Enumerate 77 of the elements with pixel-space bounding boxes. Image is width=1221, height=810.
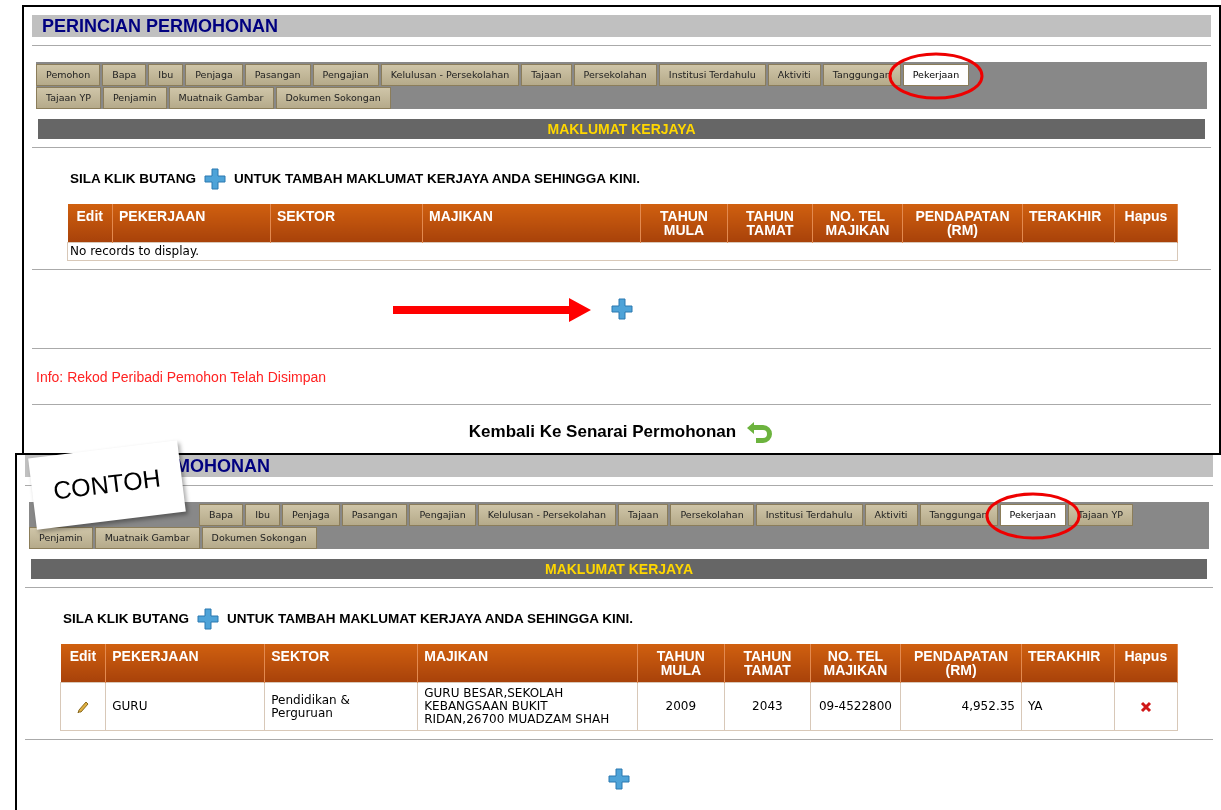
column-header: TAHUN TAMAT (727, 204, 813, 243)
tab[interactable]: Tanggungan (919, 504, 998, 526)
column-header: PENDAPATAN (RM) (900, 644, 1022, 683)
instruction-text: SILA KLIK BUTANG (70, 169, 196, 188)
tab[interactable]: Pekerjaan (999, 504, 1067, 526)
tab[interactable]: Penjamin (29, 527, 93, 549)
tab[interactable]: Ibu (245, 504, 281, 526)
column-header: NO. TEL MAJIKAN (810, 644, 901, 683)
tab[interactable]: Tajaan YP (36, 87, 101, 109)
tab[interactable]: Bapa (102, 64, 147, 86)
tab[interactable]: Institusi Terdahulu (658, 64, 766, 86)
tab[interactable]: Institusi Terdahulu (755, 504, 863, 526)
tab[interactable]: Aktiviti (864, 504, 918, 526)
tab[interactable]: Dokumen Sokongan (201, 527, 317, 549)
tab[interactable]: Kelulusan - Persekolahan (477, 504, 617, 526)
add-button[interactable] (608, 767, 630, 790)
column-header: TERAKHIR (1021, 644, 1115, 683)
tab[interactable]: Aktiviti (767, 64, 821, 86)
tab[interactable]: Pengajian (409, 504, 476, 526)
tab[interactable]: Tanggungan (822, 64, 901, 86)
empty-message: No records to display. (67, 242, 1178, 261)
page-title: PERINCIAN PERMOHONAN (32, 15, 1211, 37)
delete-button[interactable] (1139, 700, 1152, 713)
column-header: PEKERJAAN (105, 644, 265, 683)
tab[interactable]: Tajaan (618, 504, 669, 526)
section-header: MAKLUMAT KERJAYA (31, 559, 1207, 579)
table-cell: GURU (105, 682, 265, 731)
instruction-text: UNTUK TAMBAH MAKLUMAT KERJAYA ANDA SEHINGGA KINI. (227, 609, 633, 628)
plus-icon (197, 608, 219, 630)
column-header: Edit (60, 644, 106, 683)
column-header: NO. TEL MAJIKAN (812, 204, 903, 243)
plus-icon (204, 168, 226, 190)
column-header: TAHUN TAMAT (724, 644, 811, 683)
table-cell: Pendidikan & Perguruan (264, 682, 418, 731)
column-header: Hapus (1114, 644, 1178, 683)
tab[interactable]: Penjaga (185, 64, 243, 86)
tab[interactable]: Pengajian (312, 64, 379, 86)
column-header: PEKERJAAN (112, 204, 271, 243)
section-header: MAKLUMAT KERJAYA (38, 119, 1205, 139)
tab[interactable]: Ibu (148, 64, 184, 86)
column-header: TAHUN MULA (637, 644, 725, 683)
column-header: Hapus (1114, 204, 1178, 243)
tab[interactable]: Tajaan (521, 64, 572, 86)
tab[interactable]: Persekolahan (573, 64, 657, 86)
table-cell: 4,952.35 (900, 682, 1022, 731)
tab[interactable]: Muatnaik Gambar (94, 527, 200, 549)
tab[interactable]: Muatnaik Gambar (168, 87, 274, 109)
back-link[interactable]: Kembali Ke Senarai Permohonan (468, 419, 737, 445)
instruction-text: SILA KLIK BUTANG (63, 609, 189, 628)
table-cell: 09-4522800 (810, 682, 901, 731)
column-header: TERAKHIR (1022, 204, 1115, 243)
edit-button[interactable] (76, 699, 91, 714)
table-cell: 2009 (637, 682, 725, 731)
tab[interactable]: Penjamin (102, 87, 167, 109)
tab[interactable]: Pekerjaan (902, 64, 970, 86)
tab[interactable]: Penjaga (282, 504, 340, 526)
tab[interactable]: Bapa (199, 504, 244, 526)
column-header: SEKTOR (270, 204, 423, 243)
tab[interactable]: Dokumen Sokongan (275, 87, 391, 109)
return-arrow-icon[interactable] (746, 419, 775, 444)
column-header: SEKTOR (264, 644, 418, 683)
table-cell: 2043 (724, 682, 811, 731)
table-cell: GURU BESAR,SEKOLAH KEBANGSAAN BUKIT RIDAN,26700 MUADZAM SHAH (417, 682, 638, 731)
tab[interactable]: Pemohon (36, 64, 101, 86)
instruction-text: UNTUK TAMBAH MAKLUMAT KERJAYA ANDA SEHINGGA KINI. (234, 169, 640, 188)
column-header: TAHUN MULA (640, 204, 728, 243)
tab[interactable]: Persekolahan (670, 504, 754, 526)
tab[interactable]: Kelulusan - Persekolahan (380, 64, 520, 86)
tab[interactable]: Pasangan (244, 64, 311, 86)
tab[interactable]: Pasangan (341, 504, 408, 526)
column-header: MAJIKAN (417, 644, 638, 683)
column-header: Edit (67, 204, 113, 243)
table-cell: YA (1021, 682, 1115, 731)
column-header: MAJIKAN (422, 204, 641, 243)
info-message: Info: Rekod Peribadi Pemohon Telah Disimpan (36, 368, 328, 387)
add-button[interactable] (610, 297, 633, 320)
column-header: PENDAPATAN (RM) (902, 204, 1023, 243)
